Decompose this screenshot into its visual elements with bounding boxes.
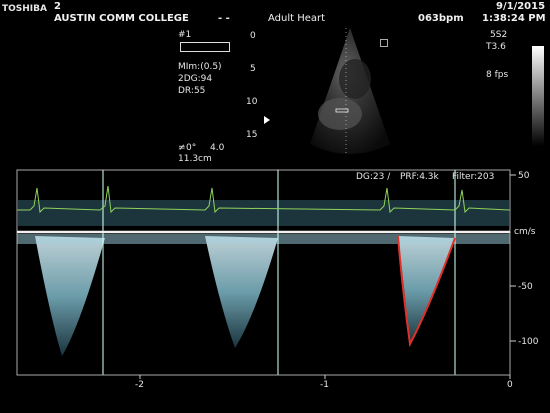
depth-tick-5: 5 <box>250 64 256 74</box>
patient-number: 2 <box>54 1 61 12</box>
positive-band <box>17 200 510 226</box>
heart-rate: 063bpm <box>418 13 464 24</box>
dynamic-range: DR:55 <box>178 86 206 96</box>
sample-depth: 11.3cm <box>178 154 212 164</box>
doppler-prf: PRF:4.3k <box>400 172 439 182</box>
frame-marker: #1 <box>178 30 192 40</box>
frame-rate: 8 fps <box>486 70 509 80</box>
grayscale-bar <box>532 46 544 146</box>
velocity-unit: cm/s <box>514 227 536 237</box>
depth-tick-0: 0 <box>250 31 256 41</box>
thermal-index: T3.6 <box>486 42 506 52</box>
exam-time: 1:38:24 PM <box>482 13 546 24</box>
velocity-tick-50: 50 <box>518 171 530 181</box>
doppler-filter: Filter:203 <box>452 172 495 182</box>
roi-box-icon <box>380 39 388 47</box>
spectral-doppler-display <box>16 169 516 379</box>
echo-sector-image <box>310 28 390 154</box>
exam-preset: Adult Heart <box>268 13 326 24</box>
probe-label: 5S2 <box>490 30 508 40</box>
brand-logo: TOSHIBA <box>2 4 47 14</box>
angle-value: 0° <box>186 143 197 153</box>
time-tick-neg2: -2 <box>135 380 144 390</box>
velocity-tick-neg50: -50 <box>518 282 533 292</box>
angle-correction-icon: ≠ <box>178 143 186 153</box>
mechanical-index: MIm:(0.5) <box>178 62 222 72</box>
depth-tick-10: 10 <box>246 97 258 107</box>
measurement-box <box>180 42 230 52</box>
focus-marker-icon <box>264 116 270 124</box>
time-tick-0: 0 <box>507 380 513 390</box>
twod-gain: 2DG:94 <box>178 74 213 84</box>
institution-name: AUSTIN COMM COLLEGE <box>54 13 189 24</box>
exam-date: 9/1/2015 <box>496 1 546 12</box>
velocity-tick-neg100: -100 <box>518 337 539 347</box>
doppler-gain: DG:23 / <box>356 172 391 182</box>
time-tick-neg1: -1 <box>320 380 329 390</box>
low-velocity-band <box>17 234 510 244</box>
header-separator: - - <box>218 13 230 24</box>
angle-extra-value: 4.0 <box>210 143 225 153</box>
depth-tick-15: 15 <box>246 130 258 140</box>
